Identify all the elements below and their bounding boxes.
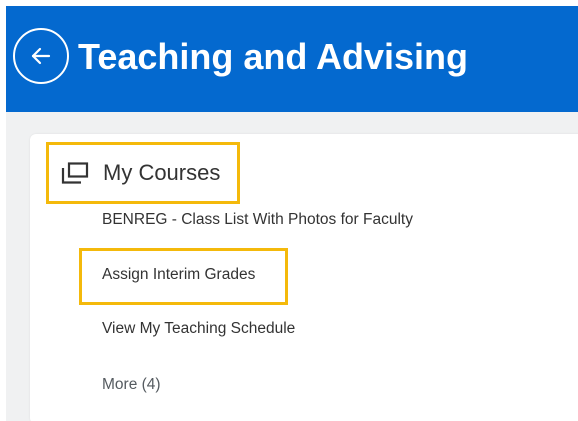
- link-assign-interim-grades[interactable]: Assign Interim Grades: [102, 266, 255, 284]
- back-arrow-icon: [31, 47, 51, 65]
- more-link[interactable]: More (4): [102, 376, 161, 394]
- my-courses-card: My Courses BENREG - Class List With Phot…: [30, 134, 578, 421]
- back-button[interactable]: [13, 28, 69, 84]
- link-view-teaching-schedule[interactable]: View My Teaching Schedule: [102, 320, 295, 338]
- card-title: My Courses: [103, 160, 221, 185]
- windows-stack-icon: [61, 162, 89, 184]
- link-benreg-class-list[interactable]: BENREG - Class List With Photos for Facu…: [102, 211, 413, 229]
- card-header: My Courses: [46, 142, 240, 204]
- page-frame: Teaching and Advising My Courses BENREG …: [6, 6, 578, 421]
- page-header: Teaching and Advising: [6, 6, 578, 112]
- page-title: Teaching and Advising: [78, 36, 469, 77]
